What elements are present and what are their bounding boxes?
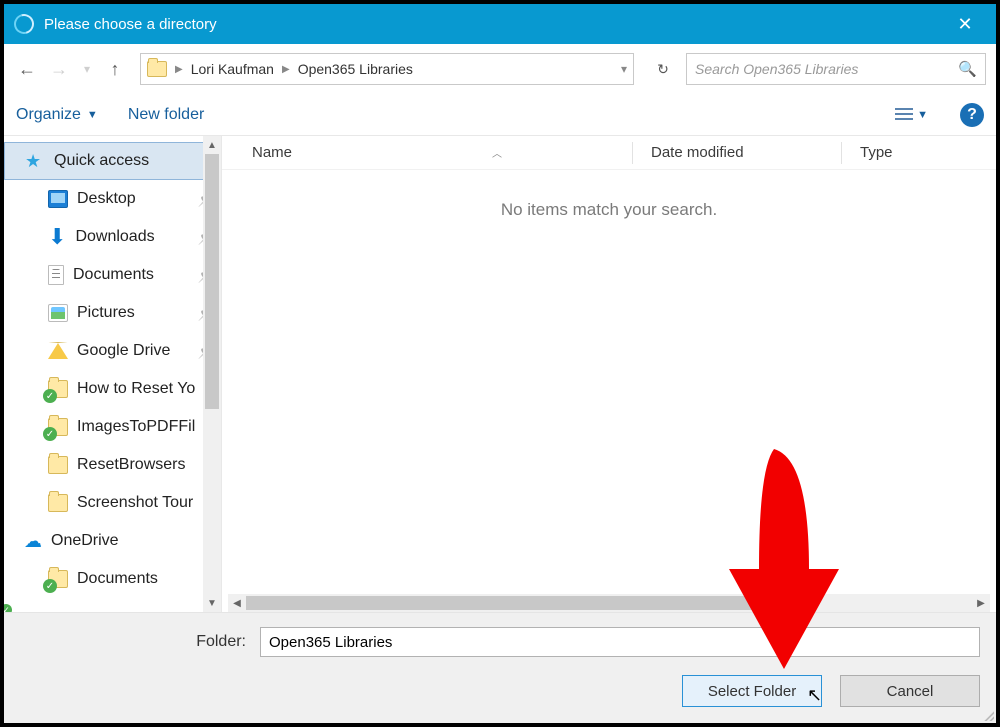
- close-button[interactable]: ✕: [942, 4, 988, 44]
- sidebar: Quick access Desktop📌Downloads📌Documents📌…: [4, 136, 222, 612]
- folder-label: Folder:: [20, 633, 250, 651]
- sidebar-item-label: ImagesToPDFFil: [77, 418, 195, 436]
- back-button[interactable]: ←: [14, 55, 40, 83]
- title-bar: Please choose a directory ✕: [4, 4, 996, 44]
- cloud-icon: [24, 532, 42, 550]
- column-divider[interactable]: [841, 142, 842, 164]
- chevron-down-icon[interactable]: ▾: [621, 62, 627, 76]
- sidebar-scrollbar[interactable]: ▲ ▼: [203, 136, 221, 612]
- organize-label: Organize: [16, 106, 81, 124]
- cancel-button[interactable]: Cancel: [840, 675, 980, 707]
- scroll-up-icon[interactable]: ▲: [203, 136, 221, 154]
- sidebar-item[interactable]: Downloads📌: [4, 218, 221, 256]
- folder-icon: [147, 61, 167, 77]
- folder-name-row: Folder:: [20, 627, 980, 657]
- plain-icon: [48, 494, 68, 512]
- sidebar-item[interactable]: Documents📌: [4, 256, 221, 294]
- help-button[interactable]: ?: [960, 103, 984, 127]
- column-headers: Name ︿ Date modified Type: [222, 136, 996, 170]
- sidebar-item-label: ResetBrowsers: [77, 456, 185, 474]
- sidebar-item[interactable]: OneDrive: [4, 522, 221, 560]
- content-h-scrollbar[interactable]: ◀ ▶: [228, 594, 990, 612]
- breadcrumb-seg-2[interactable]: Open365 Libraries: [296, 61, 415, 77]
- view-options-button[interactable]: ▼: [893, 104, 930, 126]
- breadcrumb-seg-1[interactable]: Lori Kaufman: [189, 61, 276, 77]
- up-button[interactable]: ↑: [102, 55, 128, 83]
- main-area: Quick access Desktop📌Downloads📌Documents📌…: [4, 136, 996, 612]
- refresh-button[interactable]: ↻: [646, 53, 680, 85]
- new-folder-button[interactable]: New folder: [128, 106, 204, 124]
- sidebar-item-label: Screenshot Tour: [77, 494, 193, 512]
- sidebar-item[interactable]: Google Drive📌: [4, 332, 221, 370]
- sidebar-item[interactable]: Screenshot Tour: [4, 484, 221, 522]
- column-date[interactable]: Date modified: [651, 144, 744, 161]
- sidebar-item-label: Pictures: [77, 304, 135, 322]
- scroll-down-icon[interactable]: ▼: [203, 594, 221, 612]
- sort-indicator-icon[interactable]: ︿: [492, 145, 502, 160]
- toolbar: Organize ▼ New folder ▼ ?: [4, 94, 996, 136]
- file-list-area: Name ︿ Date modified Type No items match…: [222, 136, 996, 612]
- pic-icon: [48, 304, 68, 322]
- doc-icon: [48, 265, 64, 285]
- history-dropdown[interactable]: ▾: [78, 55, 96, 83]
- scroll-thumb[interactable]: [246, 596, 812, 610]
- folder-name-input[interactable]: [260, 627, 980, 657]
- empty-state-message: No items match your search.: [222, 170, 996, 220]
- scroll-track[interactable]: [203, 154, 221, 594]
- sidebar-item[interactable]: Documents: [4, 560, 221, 598]
- scroll-track[interactable]: [246, 594, 972, 612]
- desktop-icon: [48, 190, 68, 208]
- sidebar-item-label: Downloads: [75, 228, 154, 246]
- column-type[interactable]: Type: [860, 144, 893, 161]
- sidebar-item-label: Google Drive: [77, 342, 170, 360]
- select-folder-label: Select Folder: [708, 683, 796, 700]
- gdrive-icon: [48, 342, 68, 360]
- search-icon[interactable]: 🔍: [958, 60, 977, 78]
- select-folder-button[interactable]: Select Folder: [682, 675, 822, 707]
- bottom-panel: Folder: Select Folder Cancel: [4, 612, 996, 723]
- resize-grip-icon[interactable]: [982, 709, 994, 721]
- sidebar-item[interactable]: Desktop📌: [4, 180, 221, 218]
- check-icon: [48, 418, 68, 436]
- breadcrumb-bar[interactable]: ▶ Lori Kaufman ▶ Open365 Libraries ▾: [140, 53, 634, 85]
- chevron-right-icon[interactable]: ▶: [276, 64, 296, 75]
- dialog-window: Please choose a directory ✕ ← → ▾ ↑ ▶ Lo…: [0, 0, 1000, 727]
- sidebar-item-label: How to Reset Yo: [77, 380, 195, 398]
- sidebar-item-label: Quick access: [54, 152, 149, 170]
- chevron-down-icon: ▼: [917, 109, 928, 121]
- down-icon: [48, 229, 66, 244]
- column-divider[interactable]: [632, 142, 633, 164]
- nav-row: ← → ▾ ↑ ▶ Lori Kaufman ▶ Open365 Librari…: [4, 44, 996, 94]
- forward-button[interactable]: →: [46, 55, 72, 83]
- sidebar-item-label: Documents: [73, 266, 154, 284]
- sidebar-item[interactable]: ResetBrowsers: [4, 446, 221, 484]
- sidebar-item[interactable]: Quick access: [4, 142, 221, 180]
- sidebar-item-label: Desktop: [77, 190, 136, 208]
- check-icon: [48, 570, 68, 588]
- list-view-icon: [895, 108, 913, 122]
- star-icon: [25, 152, 45, 170]
- sidebar-item-label: Documents: [77, 570, 158, 588]
- sidebar-item[interactable]: How to Reset Yo: [4, 370, 221, 408]
- app-icon: [10, 10, 37, 37]
- chevron-down-icon: ▼: [87, 109, 98, 121]
- check-icon: [48, 380, 68, 398]
- scroll-right-icon[interactable]: ▶: [972, 594, 990, 612]
- search-box[interactable]: Search Open365 Libraries 🔍: [686, 53, 986, 85]
- sidebar-item[interactable]: ImagesToPDFFil: [4, 408, 221, 446]
- new-folder-label: New folder: [128, 106, 204, 124]
- window-title: Please choose a directory: [44, 16, 217, 33]
- chevron-right-icon[interactable]: ▶: [169, 64, 189, 75]
- cancel-label: Cancel: [887, 683, 934, 700]
- organize-menu[interactable]: Organize ▼: [16, 106, 98, 124]
- scroll-left-icon[interactable]: ◀: [228, 594, 246, 612]
- sidebar-item-label: OneDrive: [51, 532, 119, 550]
- plain-icon: [48, 456, 68, 474]
- search-placeholder: Search Open365 Libraries: [695, 61, 958, 77]
- sidebar-item[interactable]: Pictures📌: [4, 294, 221, 332]
- button-row: Select Folder Cancel: [20, 675, 980, 707]
- column-name[interactable]: Name: [252, 144, 292, 161]
- scroll-thumb[interactable]: [205, 154, 219, 409]
